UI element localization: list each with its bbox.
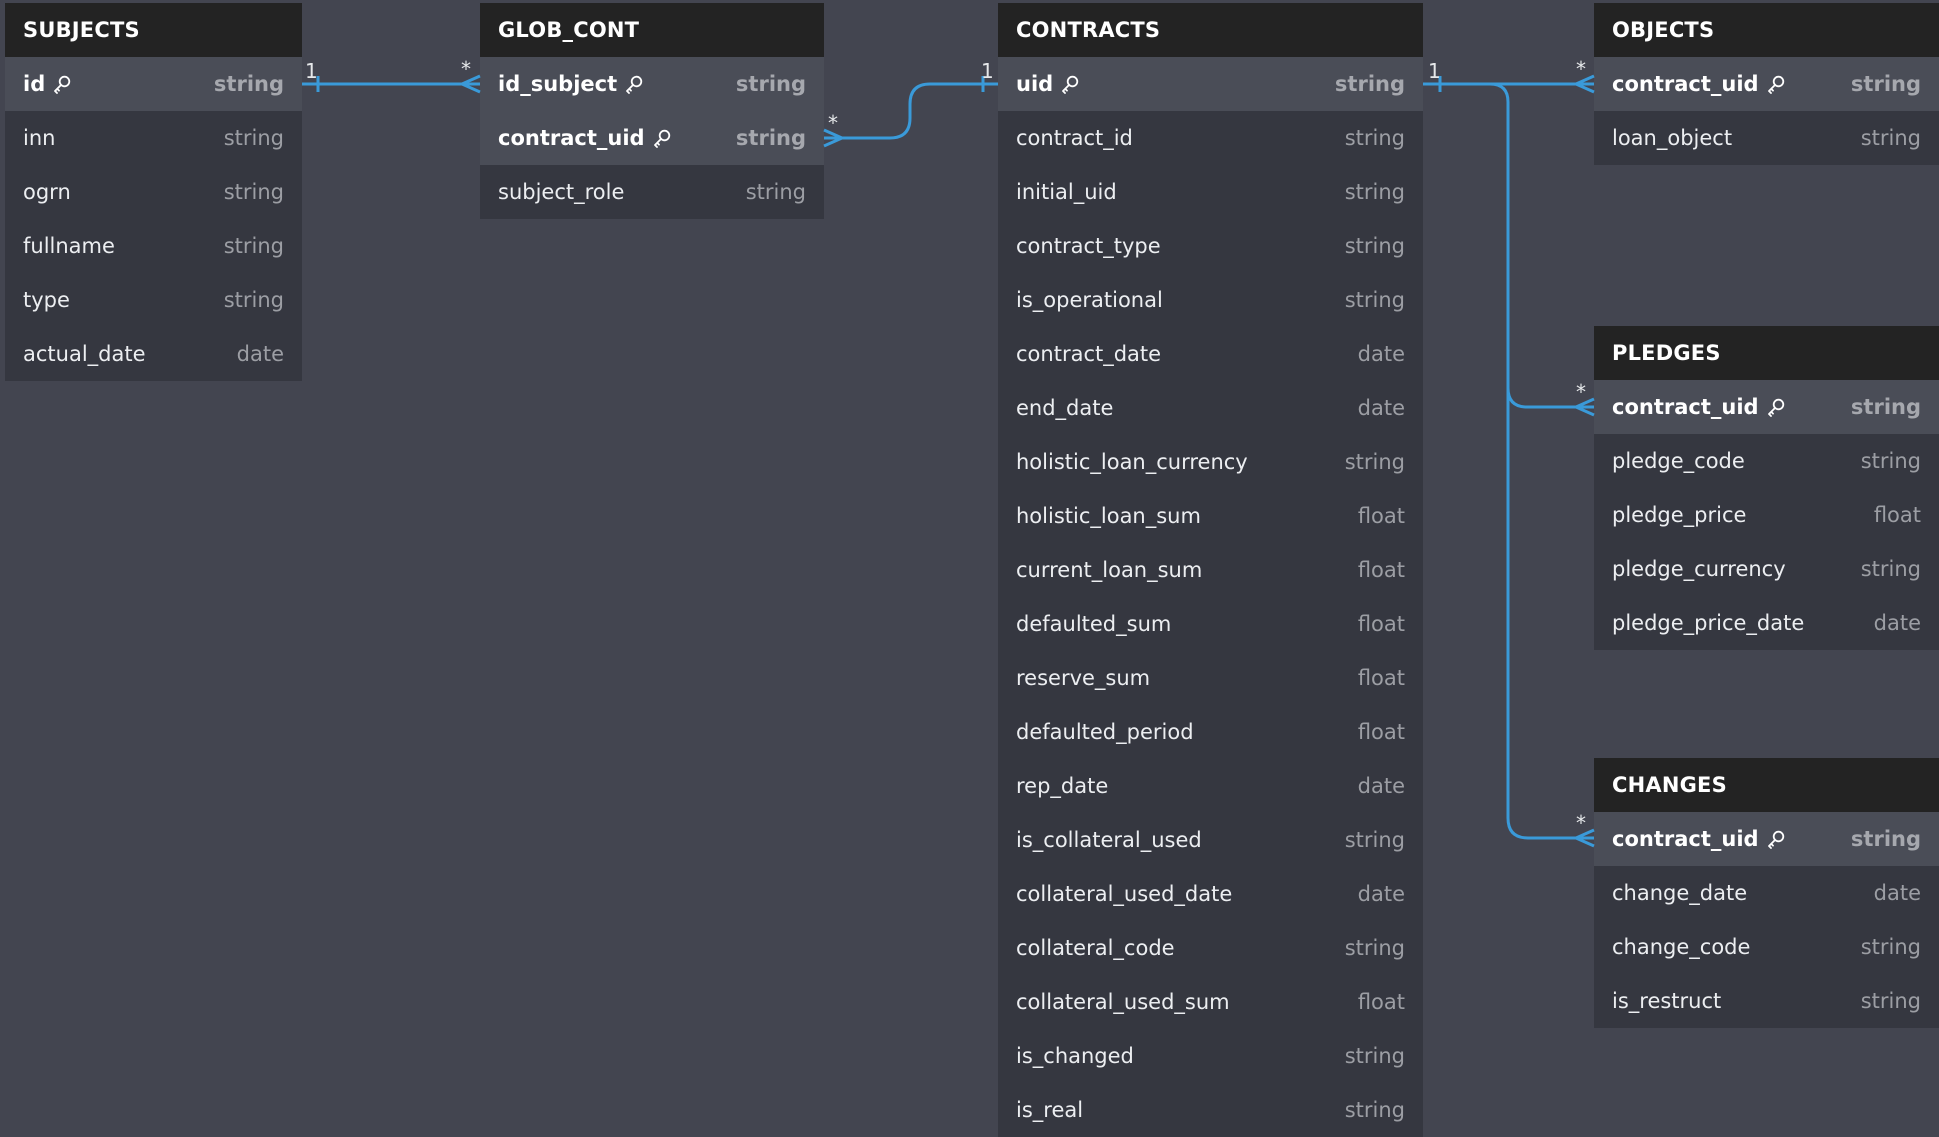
relation-lines: 1 * 1 * 1 * * * — [302, 57, 1595, 848]
cardinality-label: * — [1576, 57, 1586, 81]
cardinality-label: * — [1576, 811, 1586, 835]
relation-contracts-changes[interactable] — [1506, 380, 1595, 848]
cardinality-label: * — [1576, 380, 1586, 404]
relation-contracts-pledges[interactable] — [1489, 82, 1595, 417]
cardinality-label: 1 — [981, 59, 994, 83]
cardinality-label: 1 — [305, 59, 318, 83]
cardinality-label: * — [461, 57, 471, 81]
relation-contracts-objects[interactable] — [1423, 74, 1595, 94]
cardinality-label: * — [828, 111, 838, 135]
relation-subjects-globcont[interactable] — [302, 74, 481, 94]
relation-contracts-globcont[interactable] — [823, 76, 998, 148]
cardinality-label: 1 — [1428, 59, 1441, 83]
